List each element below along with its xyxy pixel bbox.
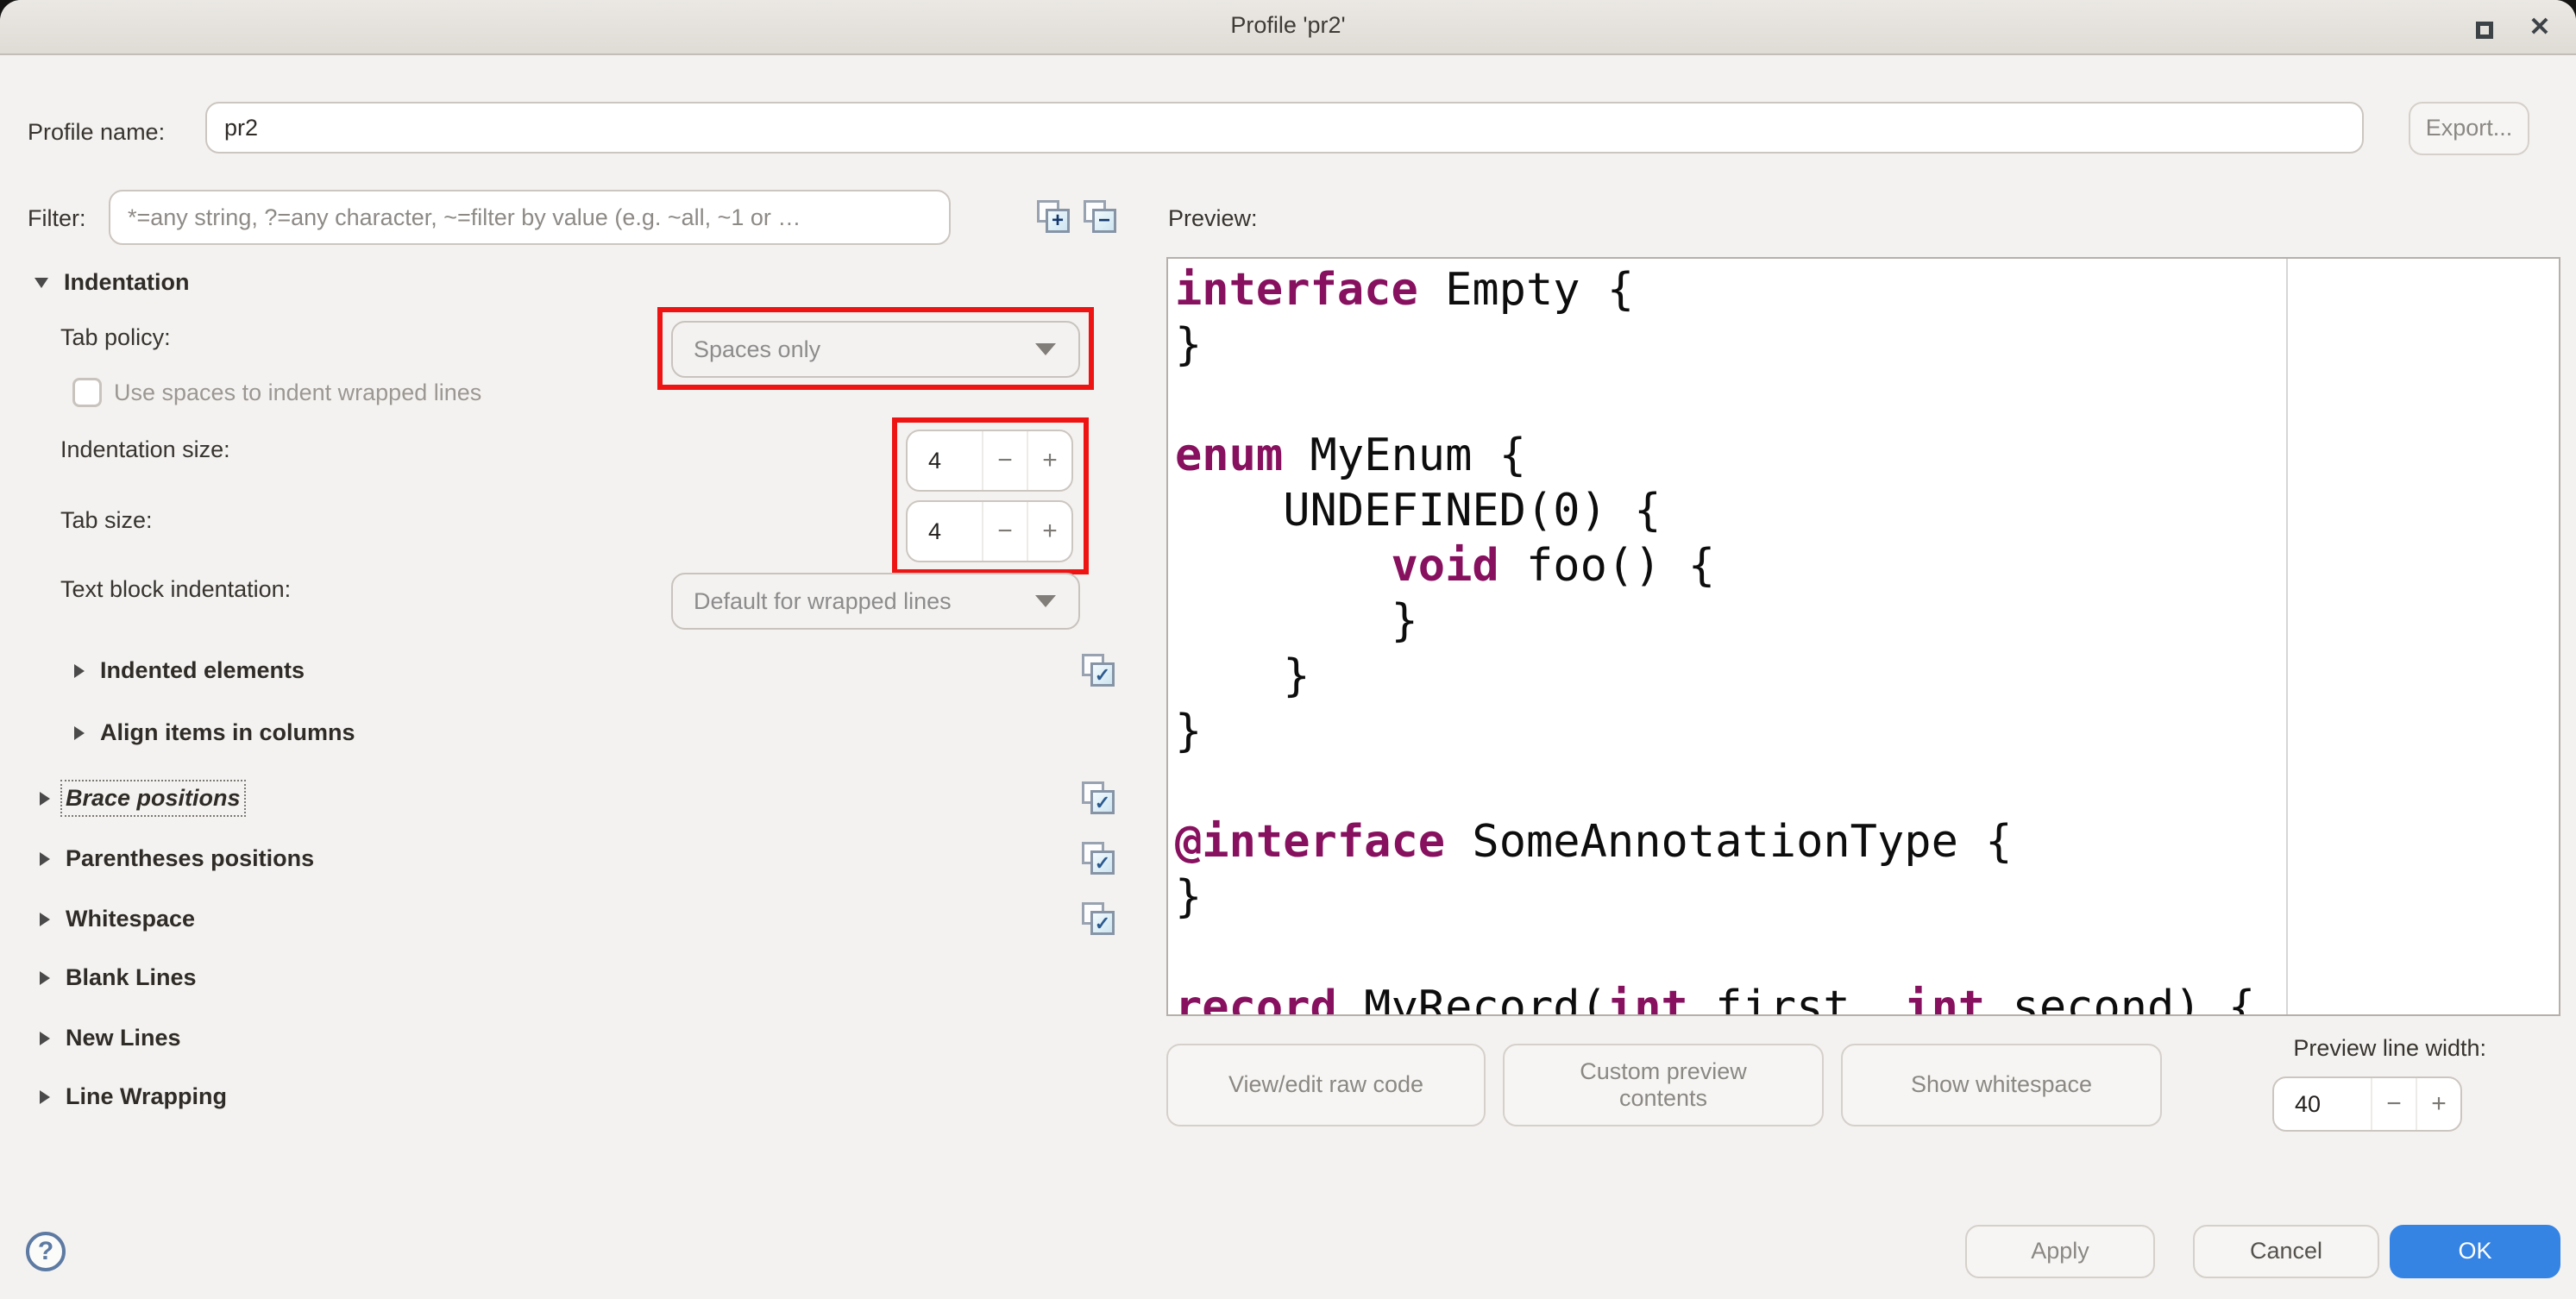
chevron-down-icon (35, 278, 48, 288)
tree-item-new-lines[interactable]: New Lines (40, 1025, 181, 1051)
title-bar: Profile 'pr2' ✕ (0, 0, 2576, 55)
code-preview-text: interface Empty {} enum MyEnum { UNDEFIN… (1175, 262, 2255, 1016)
tab-size-stepper[interactable]: 4 − + (906, 500, 1073, 562)
preview-line-width-label: Preview line width: (2250, 1035, 2486, 1062)
print-margin-line (2286, 259, 2288, 1014)
expand-all-icon[interactable]: + (1037, 200, 1071, 235)
chevron-right-icon (40, 913, 50, 926)
chevron-right-icon (74, 664, 85, 678)
tree-item-blank-lines[interactable]: Blank Lines (40, 964, 197, 991)
text-block-indentation-select[interactable]: Default for wrapped lines (671, 573, 1080, 630)
plus-icon[interactable]: + (2416, 1078, 2460, 1130)
maximize-icon[interactable] (2469, 14, 2500, 41)
minus-icon[interactable]: − (2371, 1078, 2416, 1130)
indentation-size-label: Indentation size: (60, 436, 230, 463)
chevron-down-icon (1035, 343, 1056, 355)
tree-section-indentation[interactable]: Indentation (35, 269, 189, 296)
modified-check-icon: ✓ (1082, 781, 1116, 816)
tree-item-whitespace[interactable]: Whitespace (40, 906, 195, 932)
export-button[interactable]: Export... (2409, 102, 2529, 155)
tab-size-label: Tab size: (60, 507, 153, 534)
formatter-profile-dialog: Profile 'pr2' ✕ Profile name: Export... … (0, 0, 2576, 1299)
chevron-right-icon (40, 1032, 50, 1045)
tree-item-parentheses-positions[interactable]: Parentheses positions (40, 845, 314, 872)
help-icon[interactable]: ? (26, 1232, 66, 1271)
cancel-button[interactable]: Cancel (2193, 1225, 2379, 1278)
profile-name-label: Profile name: (28, 119, 165, 146)
modified-check-icon: ✓ (1082, 654, 1116, 688)
tab-policy-label: Tab policy: (60, 324, 171, 351)
code-preview-pane[interactable]: interface Empty {} enum MyEnum { UNDEFIN… (1166, 257, 2560, 1016)
custom-preview-contents-button[interactable]: Custom preview contents (1503, 1044, 1824, 1126)
chevron-right-icon (40, 1090, 50, 1104)
filter-input[interactable] (109, 190, 951, 245)
collapse-all-icon[interactable]: − (1084, 200, 1118, 235)
close-icon[interactable]: ✕ (2524, 14, 2555, 41)
tree-item-line-wrapping[interactable]: Line Wrapping (40, 1083, 227, 1110)
text-block-indentation-label: Text block indentation: (60, 576, 291, 603)
use-spaces-checkbox[interactable] (72, 378, 102, 407)
indentation-size-stepper[interactable]: 4 − + (906, 430, 1073, 492)
minus-icon[interactable]: − (982, 431, 1027, 490)
chevron-right-icon (40, 792, 50, 806)
tree-item-brace-positions[interactable]: Brace positions (40, 785, 241, 812)
plus-icon[interactable]: + (1027, 431, 1071, 490)
use-spaces-label: Use spaces to indent wrapped lines (114, 380, 481, 406)
view-edit-raw-code-button[interactable]: View/edit raw code (1166, 1044, 1486, 1126)
filter-label: Filter: (28, 205, 86, 232)
apply-button[interactable]: Apply (1965, 1225, 2155, 1278)
chevron-right-icon (40, 852, 50, 866)
preview-label: Preview: (1168, 205, 1258, 232)
tab-policy-select[interactable]: Spaces only (671, 321, 1080, 378)
profile-name-input[interactable] (205, 102, 2364, 154)
modified-check-icon: ✓ (1082, 842, 1116, 876)
ok-button[interactable]: OK (2390, 1225, 2560, 1278)
chevron-right-icon (40, 971, 50, 985)
minus-icon[interactable]: − (982, 502, 1027, 561)
tree-item-align-items[interactable]: Align items in columns (74, 719, 355, 746)
show-whitespace-button[interactable]: Show whitespace (1841, 1044, 2162, 1126)
chevron-right-icon (74, 726, 85, 740)
tree-item-indented-elements[interactable]: Indented elements (74, 657, 305, 684)
plus-icon[interactable]: + (1027, 502, 1071, 561)
modified-check-icon: ✓ (1082, 902, 1116, 937)
chevron-down-icon (1035, 595, 1056, 607)
preview-line-width-stepper[interactable]: 40 − + (2272, 1076, 2462, 1132)
window-title: Profile 'pr2' (0, 12, 2576, 39)
